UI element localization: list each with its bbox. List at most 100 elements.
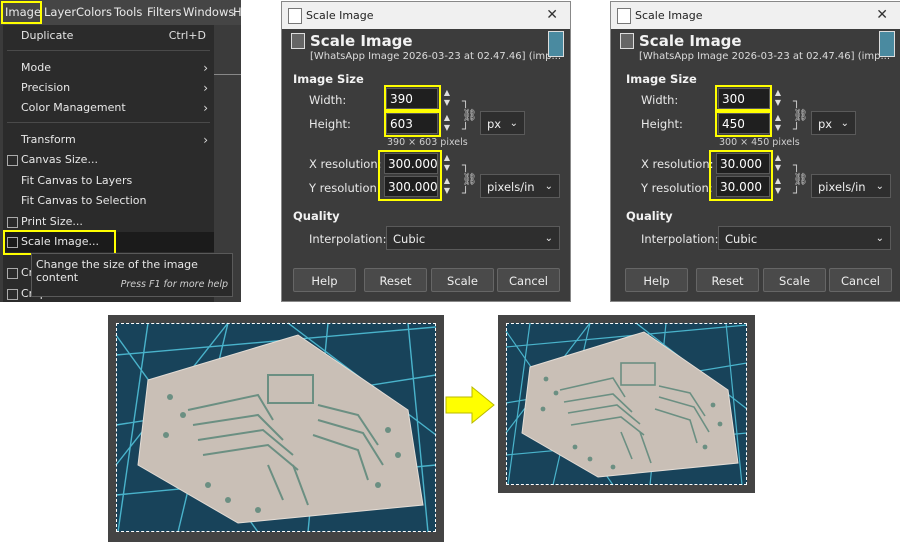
interpolation-select[interactable]: Cubic ⌄ — [386, 226, 560, 250]
xres-spinner-icon[interactable]: ▲ ▼ — [442, 153, 452, 174]
submenu-arrow-icon: › — [203, 133, 208, 147]
resolution-highlight — [709, 150, 773, 201]
res-unit-select[interactable]: pixels/in ⌄ — [811, 174, 891, 198]
canvas-boundary — [506, 323, 747, 485]
menubar-filters[interactable]: Filters — [147, 5, 181, 19]
chevron-down-icon: ⌄ — [544, 233, 553, 244]
menu-item-print-size[interactable]: Print Size... — [3, 212, 214, 232]
scale-button[interactable]: Scale — [763, 268, 826, 292]
close-icon[interactable]: ✕ — [546, 7, 558, 23]
canvas-boundary — [116, 323, 436, 532]
image-menu-highlight — [1, 1, 42, 24]
crop-content-icon — [7, 289, 18, 300]
menu-item-precision[interactable]: Precision › — [3, 78, 214, 98]
menu-item-canvas-size[interactable]: Canvas Size... — [3, 150, 214, 170]
cancel-button[interactable]: Cancel — [829, 268, 892, 292]
width-spinner-icon[interactable]: ▲ ▼ — [773, 88, 783, 109]
dialog-subtitle: [WhatsApp Image 2026-03-23 at 02.47.46] … — [310, 51, 562, 62]
canvas-size-icon — [7, 155, 18, 166]
app-icon — [617, 8, 631, 24]
chain-link-icon[interactable]: ┐ ⛓ ┘ — [462, 94, 477, 136]
tooltip-hint: Press F1 for more help — [120, 279, 228, 290]
chevron-down-icon: ⌄ — [509, 118, 518, 129]
dialog-header: Scale Image — [639, 32, 742, 50]
dialog-header: Scale Image — [310, 32, 413, 50]
interpolation-label: Interpolation: — [309, 232, 387, 246]
menubar-windows[interactable]: Windows — [183, 5, 234, 19]
quality-section: Quality — [293, 209, 340, 223]
xres-label: X resolution: — [641, 157, 714, 171]
scale-dialog-before: Scale Image ✕ Scale Image [WhatsApp Imag… — [281, 1, 571, 302]
menubar-colors[interactable]: Colors — [76, 5, 112, 19]
menu-item-transform[interactable]: Transform › — [3, 130, 214, 150]
scale-header-icon — [620, 33, 634, 49]
chain-link-icon[interactable]: ┐ ⛓ ┘ — [793, 94, 808, 136]
image-menu-panel: Image Layer Colors Tools Filters Windows… — [0, 0, 241, 302]
crop-icon — [7, 268, 18, 279]
chain-link-icon[interactable]: ┐ ⛓ ┘ — [793, 158, 808, 200]
tooltip: Change the size of the image content Pre… — [31, 253, 233, 297]
menubar-layer[interactable]: Layer — [44, 5, 76, 19]
height-highlight — [384, 111, 441, 137]
width-highlight — [715, 85, 772, 111]
reset-button[interactable]: Reset — [696, 268, 759, 292]
height-spinner-icon[interactable]: ▲ ▼ — [442, 113, 452, 134]
app-icon — [288, 8, 302, 24]
reset-button[interactable]: Reset — [364, 268, 427, 292]
menu-separator — [7, 50, 210, 51]
image-after-frame — [498, 315, 755, 493]
submenu-arrow-icon: › — [203, 81, 208, 95]
menu-item-color-management[interactable]: Color Management › — [3, 98, 214, 118]
xres-label: X resolution: — [309, 157, 382, 171]
submenu-arrow-icon: › — [203, 61, 208, 75]
menu-item-mode[interactable]: Mode › — [3, 58, 214, 78]
chevron-down-icon: ⌄ — [544, 181, 553, 192]
scale-dialog-after: Scale Image ✕ Scale Image [WhatsApp Imag… — [610, 1, 900, 302]
res-unit-select[interactable]: pixels/in ⌄ — [480, 174, 560, 198]
xres-spinner-icon[interactable]: ▲ ▼ — [773, 153, 783, 174]
yres-spinner-icon[interactable]: ▲ ▼ — [773, 176, 783, 197]
image-size-section: Image Size — [626, 72, 697, 86]
height-label: Height: — [641, 117, 683, 131]
size-unit-select[interactable]: px ⌄ — [480, 111, 525, 135]
yres-spinner-icon[interactable]: ▲ ▼ — [442, 176, 452, 197]
menu-item-duplicate[interactable]: Duplicate Ctrl+D — [3, 26, 214, 46]
interpolation-label: Interpolation: — [641, 232, 719, 246]
dialog-window-title: Scale Image — [635, 9, 703, 22]
scale-button[interactable]: Scale — [431, 268, 494, 292]
chevron-down-icon: ⌄ — [875, 233, 884, 244]
image-thumbnail — [548, 31, 564, 57]
height-spinner-icon[interactable]: ▲ ▼ — [773, 113, 783, 134]
width-label: Width: — [309, 93, 347, 107]
height-highlight — [715, 111, 772, 137]
image-size-section: Image Size — [293, 72, 364, 86]
yres-label: Y resolution: — [641, 181, 713, 195]
size-unit-select[interactable]: px ⌄ — [811, 111, 856, 135]
dialog-titlebar: Scale Image ✕ — [611, 2, 900, 29]
menubar-help[interactable]: H — [233, 5, 241, 19]
yres-label: Y resolution: — [309, 181, 381, 195]
menu-item-fit-canvas-layers[interactable]: Fit Canvas to Layers — [3, 171, 214, 191]
dialog-subtitle: [WhatsApp Image 2026-03-23 at 02.47.46] … — [639, 51, 891, 62]
chain-link-icon[interactable]: ┐ ⛓ ┘ — [462, 158, 477, 200]
help-button[interactable]: Help — [293, 268, 356, 292]
image-before-frame — [108, 315, 444, 542]
help-button[interactable]: Help — [625, 268, 688, 292]
interpolation-select[interactable]: Cubic ⌄ — [718, 226, 891, 250]
width-label: Width: — [641, 93, 679, 107]
cancel-button[interactable]: Cancel — [497, 268, 560, 292]
menubar-tools[interactable]: Tools — [114, 5, 142, 19]
ruler — [214, 62, 241, 75]
dialog-window-title: Scale Image — [306, 9, 374, 22]
menu-separator — [7, 122, 210, 123]
chevron-down-icon: ⌄ — [840, 118, 849, 129]
chevron-down-icon: ⌄ — [875, 181, 884, 192]
width-spinner-icon[interactable]: ▲ ▼ — [442, 88, 452, 109]
arrow-right-icon — [445, 385, 495, 425]
print-size-icon — [7, 217, 18, 228]
close-icon[interactable]: ✕ — [876, 7, 888, 23]
width-highlight — [384, 85, 441, 111]
menu-item-fit-canvas-selection[interactable]: Fit Canvas to Selection — [3, 191, 214, 211]
pixel-dimensions: 390 × 603 pixels — [387, 137, 468, 148]
image-thumbnail — [879, 31, 895, 57]
